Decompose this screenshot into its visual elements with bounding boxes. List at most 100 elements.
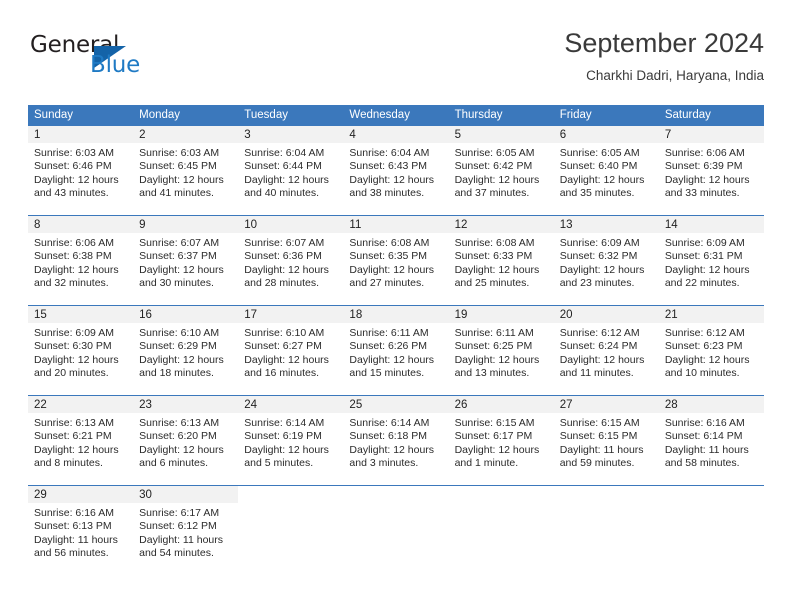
calendar-day-cell[interactable]: 4 Sunrise: 6:04 AM Sunset: 6:43 PM Daylight… [343,126,449,216]
calendar-day-cell[interactable]: 11 Sunrise: 6:08 AM Sunset: 6:35 PM Dayligh… [343,215,449,306]
daylight-text-line2: and 59 minutes. [559,457,635,470]
calendar-week-row: 8 Sunrise: 6:06 AM Sunset: 6:38 PM Daylight… [28,215,764,306]
calendar-day-cell[interactable]: 12 Sunrise: 6:08 AM Sunset: 6:33 PM Dayligh… [448,215,554,306]
calendar-day-cell[interactable]: 19 Sunrise: 6:11 AM Sunset: 6:25 PM Dayligh… [448,305,554,396]
day-number: 25 [343,396,449,413]
calendar-day-cell[interactable]: 27 Sunrise: 6:15 AM Sunset: 6:15 PM Dayligh… [553,395,659,486]
day-cell-content: 2 Sunrise: 6:03 AM Sunset: 6:45 PM Daylight… [133,126,239,215]
brand-logo[interactable]: General Blue [28,32,228,86]
daylight-text-line1: Daylight: 11 hours [139,533,223,546]
day-cell-content: 7 Sunrise: 6:06 AM Sunset: 6:39 PM Daylight… [658,126,764,215]
calendar-day-cell[interactable]: 23 Sunrise: 6:13 AM Sunset: 6:20 PM Dayligh… [133,395,239,486]
day-number: 26 [448,396,554,413]
day-number: 23 [133,396,239,413]
calendar-day-cell[interactable] [553,485,659,575]
sunset-text: Sunset: 6:14 PM [664,430,743,443]
daylight-text-line1: Daylight: 12 hours [244,443,329,456]
sunrise-text: Sunrise: 6:04 AM [244,147,325,159]
weekday-header-saturday: Saturday [658,105,764,126]
daylight-text-line2: and 16 minutes. [244,367,319,380]
sunrise-text: Sunrise: 6:16 AM [34,507,114,519]
day-sun-info: Sunrise: 6:11 AM Sunset: 6:26 PM Daylight:… [343,323,448,381]
sunset-text: Sunset: 6:15 PM [559,430,638,443]
sunrise-text: Sunrise: 6:07 AM [244,237,325,249]
day-cell-content: 27 Sunrise: 6:15 AM Sunset: 6:15 PM Dayligh… [553,396,659,485]
calendar-day-cell[interactable]: 29 Sunrise: 6:16 AM Sunset: 6:13 PM Dayligh… [28,485,134,575]
day-number: 1 [28,126,134,143]
sunrise-text: Sunrise: 6:17 AM [139,507,220,519]
calendar-day-cell[interactable]: 22 Sunrise: 6:13 AM Sunset: 6:21 PM Dayligh… [28,395,134,486]
sunrise-text: Sunrise: 6:09 AM [664,237,745,249]
day-sun-info: Sunrise: 6:09 AM Sunset: 6:31 PM Daylight:… [659,233,764,291]
calendar-day-cell[interactable]: 3 Sunrise: 6:04 AM Sunset: 6:44 PM Daylight… [238,126,344,216]
calendar-day-cell[interactable]: 7 Sunrise: 6:06 AM Sunset: 6:39 PM Daylight… [658,126,764,216]
sunrise-text: Sunrise: 6:09 AM [559,237,640,249]
day-cell-content: 26 Sunrise: 6:15 AM Sunset: 6:17 PM Dayligh… [448,396,554,485]
daylight-text-line1: Daylight: 12 hours [139,443,224,456]
calendar-day-cell[interactable]: 30 Sunrise: 6:17 AM Sunset: 6:12 PM Dayligh… [133,485,239,575]
calendar-day-cell[interactable]: 20 Sunrise: 6:12 AM Sunset: 6:24 PM Dayligh… [553,305,659,396]
calendar-day-cell[interactable]: 28 Sunrise: 6:16 AM Sunset: 6:14 PM Dayligh… [658,395,764,486]
day-cell-content: 16 Sunrise: 6:10 AM Sunset: 6:29 PM Dayligh… [133,306,239,395]
calendar-day-cell[interactable] [448,485,554,575]
day-cell-content: 13 Sunrise: 6:09 AM Sunset: 6:32 PM Dayligh… [553,216,659,305]
sunset-text: Sunset: 6:32 PM [559,250,638,263]
sunset-text: Sunset: 6:46 PM [34,160,112,173]
sunrise-text: Sunrise: 6:09 AM [34,327,114,339]
daylight-text-line2: and 23 minutes. [559,277,635,290]
calendar-day-cell[interactable]: 24 Sunrise: 6:14 AM Sunset: 6:19 PM Dayligh… [238,395,344,486]
daylight-text-line1: Daylight: 12 hours [349,173,435,186]
daylight-text-line1: Daylight: 12 hours [559,263,645,276]
day-sun-info: Sunrise: 6:17 AM Sunset: 6:12 PM Daylight:… [133,503,238,561]
calendar-day-cell[interactable]: 9 Sunrise: 6:07 AM Sunset: 6:37 PM Daylight… [133,215,239,306]
day-number: 13 [553,216,659,233]
day-number [238,486,343,503]
calendar-day-cell[interactable]: 10 Sunrise: 6:07 AM Sunset: 6:36 PM Dayligh… [238,215,344,306]
day-number: 9 [133,216,239,233]
calendar-day-cell[interactable]: 25 Sunrise: 6:14 AM Sunset: 6:18 PM Dayligh… [343,395,449,486]
sunrise-text: Sunrise: 6:10 AM [244,327,325,339]
sunset-text: Sunset: 6:20 PM [139,430,217,443]
daylight-text-line2: and 43 minutes. [34,187,109,200]
title-block: September 2024 Charkhi Dadri, Haryana, I… [564,26,764,86]
calendar-day-cell[interactable]: 5 Sunrise: 6:05 AM Sunset: 6:42 PM Daylight… [448,126,554,216]
daylight-text-line1: Daylight: 12 hours [664,173,750,186]
calendar-day-cell[interactable]: 16 Sunrise: 6:10 AM Sunset: 6:29 PM Dayligh… [133,305,239,396]
sunrise-text: Sunrise: 6:06 AM [664,147,745,159]
calendar-day-cell[interactable]: 18 Sunrise: 6:11 AM Sunset: 6:26 PM Dayligh… [343,305,449,396]
daylight-text-line1: Daylight: 12 hours [349,353,435,366]
daylight-text-line1: Daylight: 12 hours [244,173,329,186]
calendar-day-cell[interactable] [238,485,344,575]
calendar-day-cell[interactable]: 15 Sunrise: 6:09 AM Sunset: 6:30 PM Dayligh… [28,305,134,396]
calendar-day-cell[interactable]: 1 Sunrise: 6:03 AM Sunset: 6:46 PM Daylight… [28,126,134,216]
day-sun-info: Sunrise: 6:10 AM Sunset: 6:27 PM Daylight:… [238,323,343,381]
weekday-header-tuesday: Tuesday [238,105,344,126]
calendar-day-cell[interactable]: 14 Sunrise: 6:09 AM Sunset: 6:31 PM Dayligh… [658,215,764,306]
daylight-text-line1: Daylight: 12 hours [664,353,750,366]
day-number: 4 [343,126,449,143]
calendar-day-cell[interactable]: 21 Sunrise: 6:12 AM Sunset: 6:23 PM Dayligh… [658,305,764,396]
day-number: 30 [133,486,239,503]
calendar-day-cell[interactable] [343,485,449,575]
calendar-day-cell[interactable]: 6 Sunrise: 6:05 AM Sunset: 6:40 PM Daylight… [553,126,659,216]
daylight-text-line2: and 37 minutes. [454,187,530,200]
weekday-header-wednesday: Wednesday [343,105,449,126]
day-number: 10 [238,216,344,233]
calendar-day-cell[interactable] [658,485,764,575]
sunrise-text: Sunrise: 6:07 AM [139,237,220,249]
daylight-text-line2: and 18 minutes. [139,367,214,380]
day-number: 18 [343,306,449,323]
calendar-day-cell[interactable]: 8 Sunrise: 6:06 AM Sunset: 6:38 PM Daylight… [28,215,134,306]
sunrise-text: Sunrise: 6:06 AM [34,237,114,249]
sunrise-text: Sunrise: 6:03 AM [34,147,114,159]
calendar-day-cell[interactable]: 26 Sunrise: 6:15 AM Sunset: 6:17 PM Dayligh… [448,395,554,486]
calendar-day-cell[interactable]: 13 Sunrise: 6:09 AM Sunset: 6:32 PM Dayligh… [553,215,659,306]
day-cell-content: 6 Sunrise: 6:05 AM Sunset: 6:40 PM Daylight… [553,126,659,215]
day-sun-info: Sunrise: 6:12 AM Sunset: 6:23 PM Daylight:… [659,323,764,381]
calendar-day-cell[interactable]: 17 Sunrise: 6:10 AM Sunset: 6:27 PM Dayligh… [238,305,344,396]
weekday-header-friday: Friday [553,105,659,126]
day-sun-info: Sunrise: 6:09 AM Sunset: 6:32 PM Daylight:… [554,233,659,291]
day-cell-content: 14 Sunrise: 6:09 AM Sunset: 6:31 PM Dayligh… [658,216,764,305]
calendar-day-cell[interactable]: 2 Sunrise: 6:03 AM Sunset: 6:45 PM Daylight… [133,126,239,216]
day-sun-info: Sunrise: 6:14 AM Sunset: 6:19 PM Daylight:… [238,413,343,471]
